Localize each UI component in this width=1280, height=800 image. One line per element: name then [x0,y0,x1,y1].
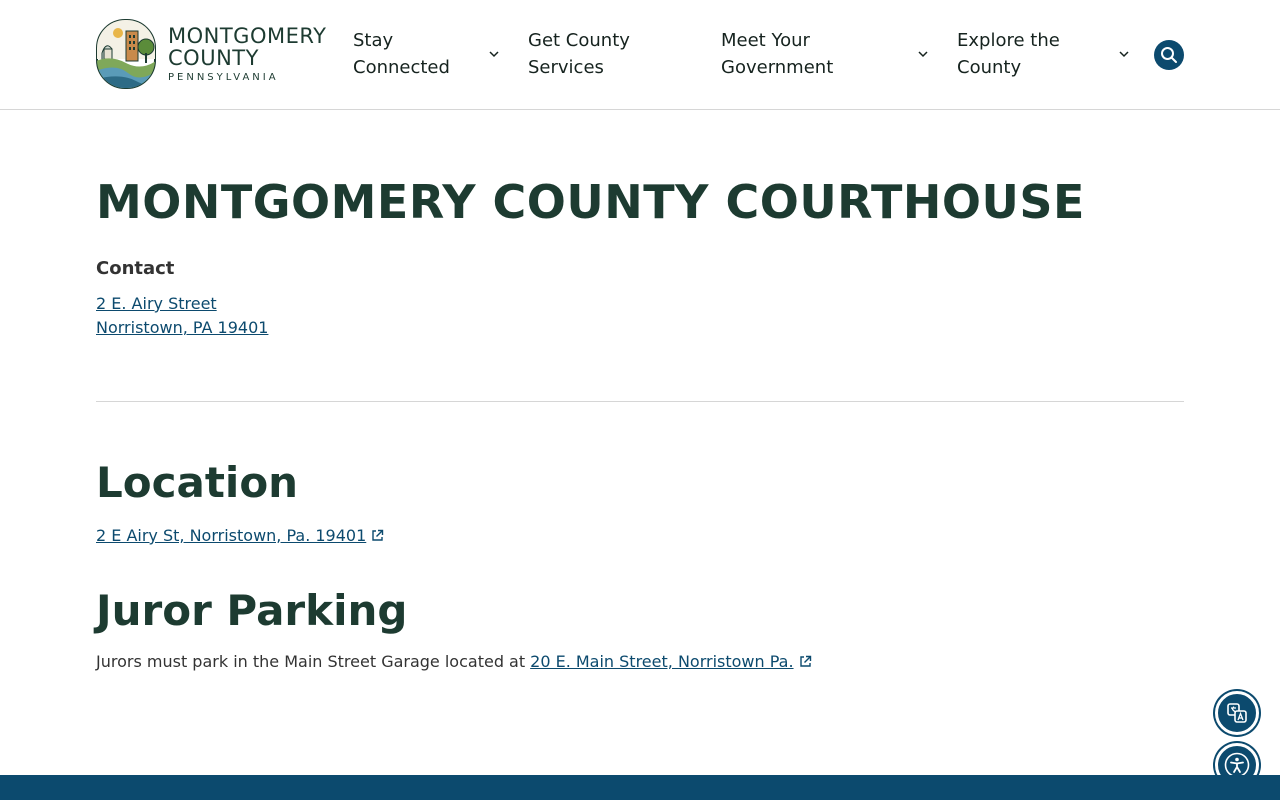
nav-label-meet-your-government: Meet Your Government [721,30,834,78]
translate-button[interactable] [1215,691,1259,735]
nav-explore-the-county[interactable]: Explore the County [957,27,1137,83]
nav-stay-connected[interactable]: Stay Connected [353,27,503,83]
search-button[interactable] [1154,40,1184,70]
nav-meet-your-government[interactable]: Meet Your Government [721,27,931,83]
nav-label-get-county-services: Get County Services [528,30,630,78]
nav-label-stay-connected: Stay Connected [353,30,450,78]
contact-heading: Contact [96,258,175,279]
logo-wordmark: MONTGOMERY COUNTY PENNSYLVANIA [168,25,326,83]
external-link-icon [799,655,811,667]
contact-address-line2-link[interactable]: Norristown, PA 19401 [96,318,268,337]
garage-address-link-text: 20 E. Main Street, Norristown Pa. [530,652,794,671]
nav-get-county-services[interactable]: Get County Services [528,27,688,83]
chevron-down-icon [918,51,928,58]
location-map-link-text: 2 E Airy St, Norristown, Pa. 19401 [96,526,367,545]
logo-line-county: COUNTY [168,46,259,70]
contact-address-line1-link[interactable]: 2 E. Airy Street [96,294,217,313]
logo-line-montgomery: MONTGOMERY [168,24,327,48]
garage-address-link[interactable]: 20 E. Main Street, Norristown Pa. [530,652,811,671]
nav-label-explore-the-county: Explore the County [957,30,1060,78]
search-icon [1161,47,1177,63]
site-header: MONTGOMERY COUNTY PENNSYLVANIA Stay Conn… [0,0,1280,110]
translate-icon [1227,703,1247,723]
location-map-link[interactable]: 2 E Airy St, Norristown, Pa. 19401 [96,526,384,545]
location-heading: Location [96,458,299,507]
external-link-icon [372,529,384,541]
juror-parking-description: Jurors must park in the Main Street Gara… [96,652,526,671]
section-divider [96,401,1184,402]
county-logo[interactable]: MONTGOMERY COUNTY PENNSYLVANIA [96,19,326,89]
juror-parking-text: Jurors must park in the Main Street Gara… [96,652,525,671]
county-seal-icon [96,19,156,89]
page-title: MONTGOMERY COUNTY COURTHOUSE [96,175,1085,229]
footer-band [0,775,1280,800]
chevron-down-icon [1119,51,1129,58]
chevron-down-icon [489,51,499,58]
juror-parking-heading: Juror Parking [96,586,408,635]
logo-line-pennsylvania: PENNSYLVANIA [168,72,279,83]
